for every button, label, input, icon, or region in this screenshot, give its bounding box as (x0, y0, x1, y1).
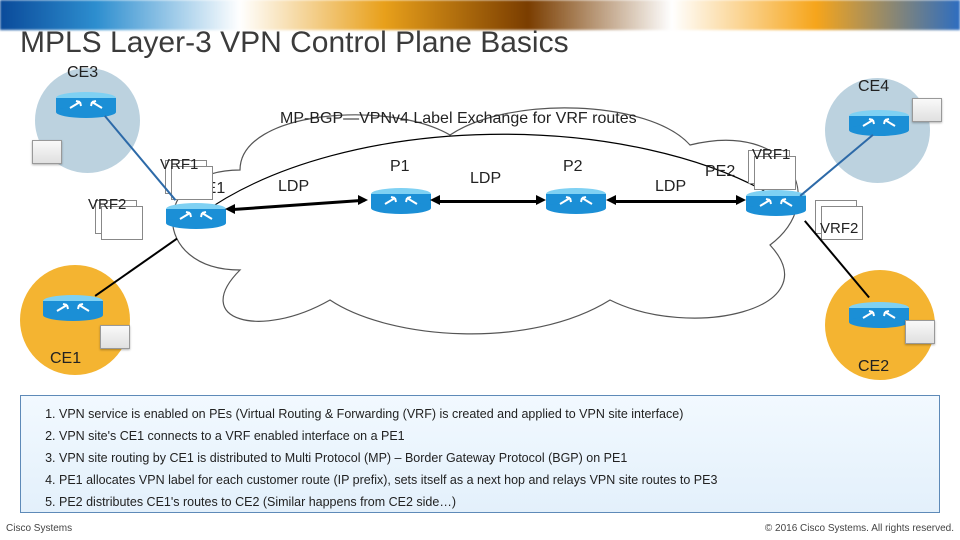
note-item: PE1 allocates VPN label for each custome… (59, 472, 921, 489)
arrowhead-icon (430, 195, 440, 205)
ldp-label: LDP (655, 178, 686, 196)
site-thumbnail (32, 140, 62, 164)
ce1-label: CE1 (50, 350, 81, 368)
pe2-vrf1-label: VRF1 (752, 146, 790, 163)
site-thumbnail (912, 98, 942, 122)
arrowhead-icon (736, 195, 746, 205)
mpbgp-caption: MP-BGP—VPNv4 Label Exchange for VRF rout… (280, 110, 637, 128)
arrowhead-icon (606, 195, 616, 205)
site-thumbnail (905, 320, 935, 344)
footer-right: © 2016 Cisco Systems. All rights reserve… (765, 523, 954, 534)
pe2-label: PE2 (705, 163, 735, 181)
notes-box: VPN service is enabled on PEs (Virtual R… (20, 395, 940, 513)
note-item: VPN service is enabled on PEs (Virtual R… (59, 406, 921, 423)
pe1-vrf1-label: VRF1 (160, 156, 198, 173)
p1-label: P1 (390, 158, 410, 176)
note-item: VPN site's CE1 connects to a VRF enabled… (59, 428, 921, 445)
p2-label: P2 (563, 158, 583, 176)
router-icon (55, 92, 117, 118)
slide-title: MPLS Layer-3 VPN Control Plane Basics (20, 26, 569, 60)
pe1-vrf2-label: VRF2 (88, 196, 126, 213)
ce4-label: CE4 (858, 78, 889, 96)
note-item: VPN site routing by CE1 is distributed t… (59, 450, 921, 467)
router-icon (848, 302, 910, 328)
topology-diagram: MP-BGP—VPNv4 Label Exchange for VRF rout… (0, 70, 960, 370)
p2-router-icon (545, 188, 607, 214)
ce2-label: CE2 (858, 358, 889, 376)
site-thumbnail (100, 325, 130, 349)
pe1-router-icon (165, 203, 227, 229)
ce3-label: CE3 (67, 64, 98, 82)
arrowhead-icon (225, 204, 235, 214)
arrowhead-icon (536, 195, 546, 205)
router-icon (848, 110, 910, 136)
slide: MPLS Layer-3 VPN Control Plane Basics MP… (0, 0, 960, 540)
p1-router-icon (370, 188, 432, 214)
ldp-link (614, 200, 738, 203)
footer-left: Cisco Systems (6, 523, 72, 534)
note-item: PE2 distributes CE1's routes to CE2 (Sim… (59, 494, 921, 511)
router-icon (42, 295, 104, 321)
ldp-label: LDP (470, 170, 501, 188)
ldp-link (438, 200, 538, 203)
arrowhead-icon (358, 195, 368, 205)
pe2-vrf2-label: VRF2 (820, 220, 858, 237)
ldp-label: LDP (278, 178, 309, 196)
pe2-router-icon (745, 190, 807, 216)
